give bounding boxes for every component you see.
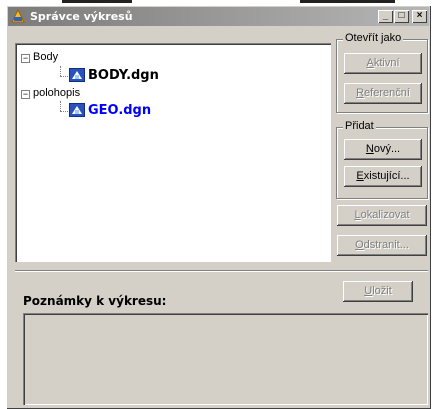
window-title: Správce výkresů [30, 10, 133, 23]
collapse-icon[interactable]: − [21, 90, 30, 99]
drawing-manager-window: Správce výkresů _ □ × − Body BODY.dgn − … [6, 5, 431, 409]
remove-button-label: dstranit... [363, 239, 409, 251]
active-button[interactable]: Aktivní [344, 53, 422, 74]
dgn-file-icon [69, 103, 85, 117]
tree-line [60, 76, 68, 77]
reference-button[interactable]: Referenční [344, 83, 422, 104]
locate-button[interactable]: Lokalizovat [337, 205, 427, 226]
existing-button-label: xistující... [363, 170, 410, 182]
reference-button-key: R [356, 87, 365, 99]
tree-node-label[interactable]: polohopis [33, 87, 80, 99]
notes-field[interactable] [23, 313, 428, 405]
new-button-key: N [365, 143, 374, 155]
reference-button-label: eferenční [364, 87, 410, 99]
new-button[interactable]: Nový... [344, 139, 422, 160]
close-button[interactable]: × [412, 10, 427, 23]
tree-line [60, 66, 61, 76]
file-name-selected[interactable]: GEO.dgn [88, 103, 151, 118]
save-button-key: U [364, 285, 373, 297]
remove-button[interactable]: Odstranit... [337, 235, 427, 256]
collapse-icon[interactable]: − [21, 54, 30, 63]
file-name[interactable]: BODY.dgn [88, 68, 159, 83]
minimize-button[interactable]: _ [378, 10, 393, 23]
dgn-file-icon [69, 68, 85, 82]
app-icon [11, 9, 25, 23]
open-as-title: Otevřít jako [343, 32, 404, 44]
tree-node-label[interactable]: Body [33, 51, 58, 63]
maximize-button[interactable]: □ [394, 10, 409, 23]
add-group: Přidat [336, 120, 428, 199]
new-button-label: ový... [373, 143, 401, 155]
background-window-edge [62, 0, 132, 3]
save-button-label: ložit [372, 285, 392, 297]
background-window-edge-2 [300, 0, 395, 3]
existing-button-key: E [356, 170, 364, 182]
drawing-tree[interactable]: − Body BODY.dgn − polohopis GEO.dgn [15, 43, 331, 262]
save-button[interactable]: Uložit [343, 281, 413, 302]
separator [15, 270, 428, 272]
locate-button-label: okalizovat [360, 209, 410, 221]
tree-line [60, 101, 61, 111]
remove-button-key: O [355, 239, 364, 251]
active-button-key: A [366, 57, 374, 69]
tree-line [60, 111, 68, 112]
notes-label: Poznámky k výkresu: [23, 294, 167, 308]
existing-button[interactable]: Existující... [344, 166, 422, 187]
add-title: Přidat [343, 120, 376, 132]
title-bar[interactable]: Správce výkresů _ □ × [8, 7, 429, 26]
active-button-label: ktivní [373, 57, 400, 69]
